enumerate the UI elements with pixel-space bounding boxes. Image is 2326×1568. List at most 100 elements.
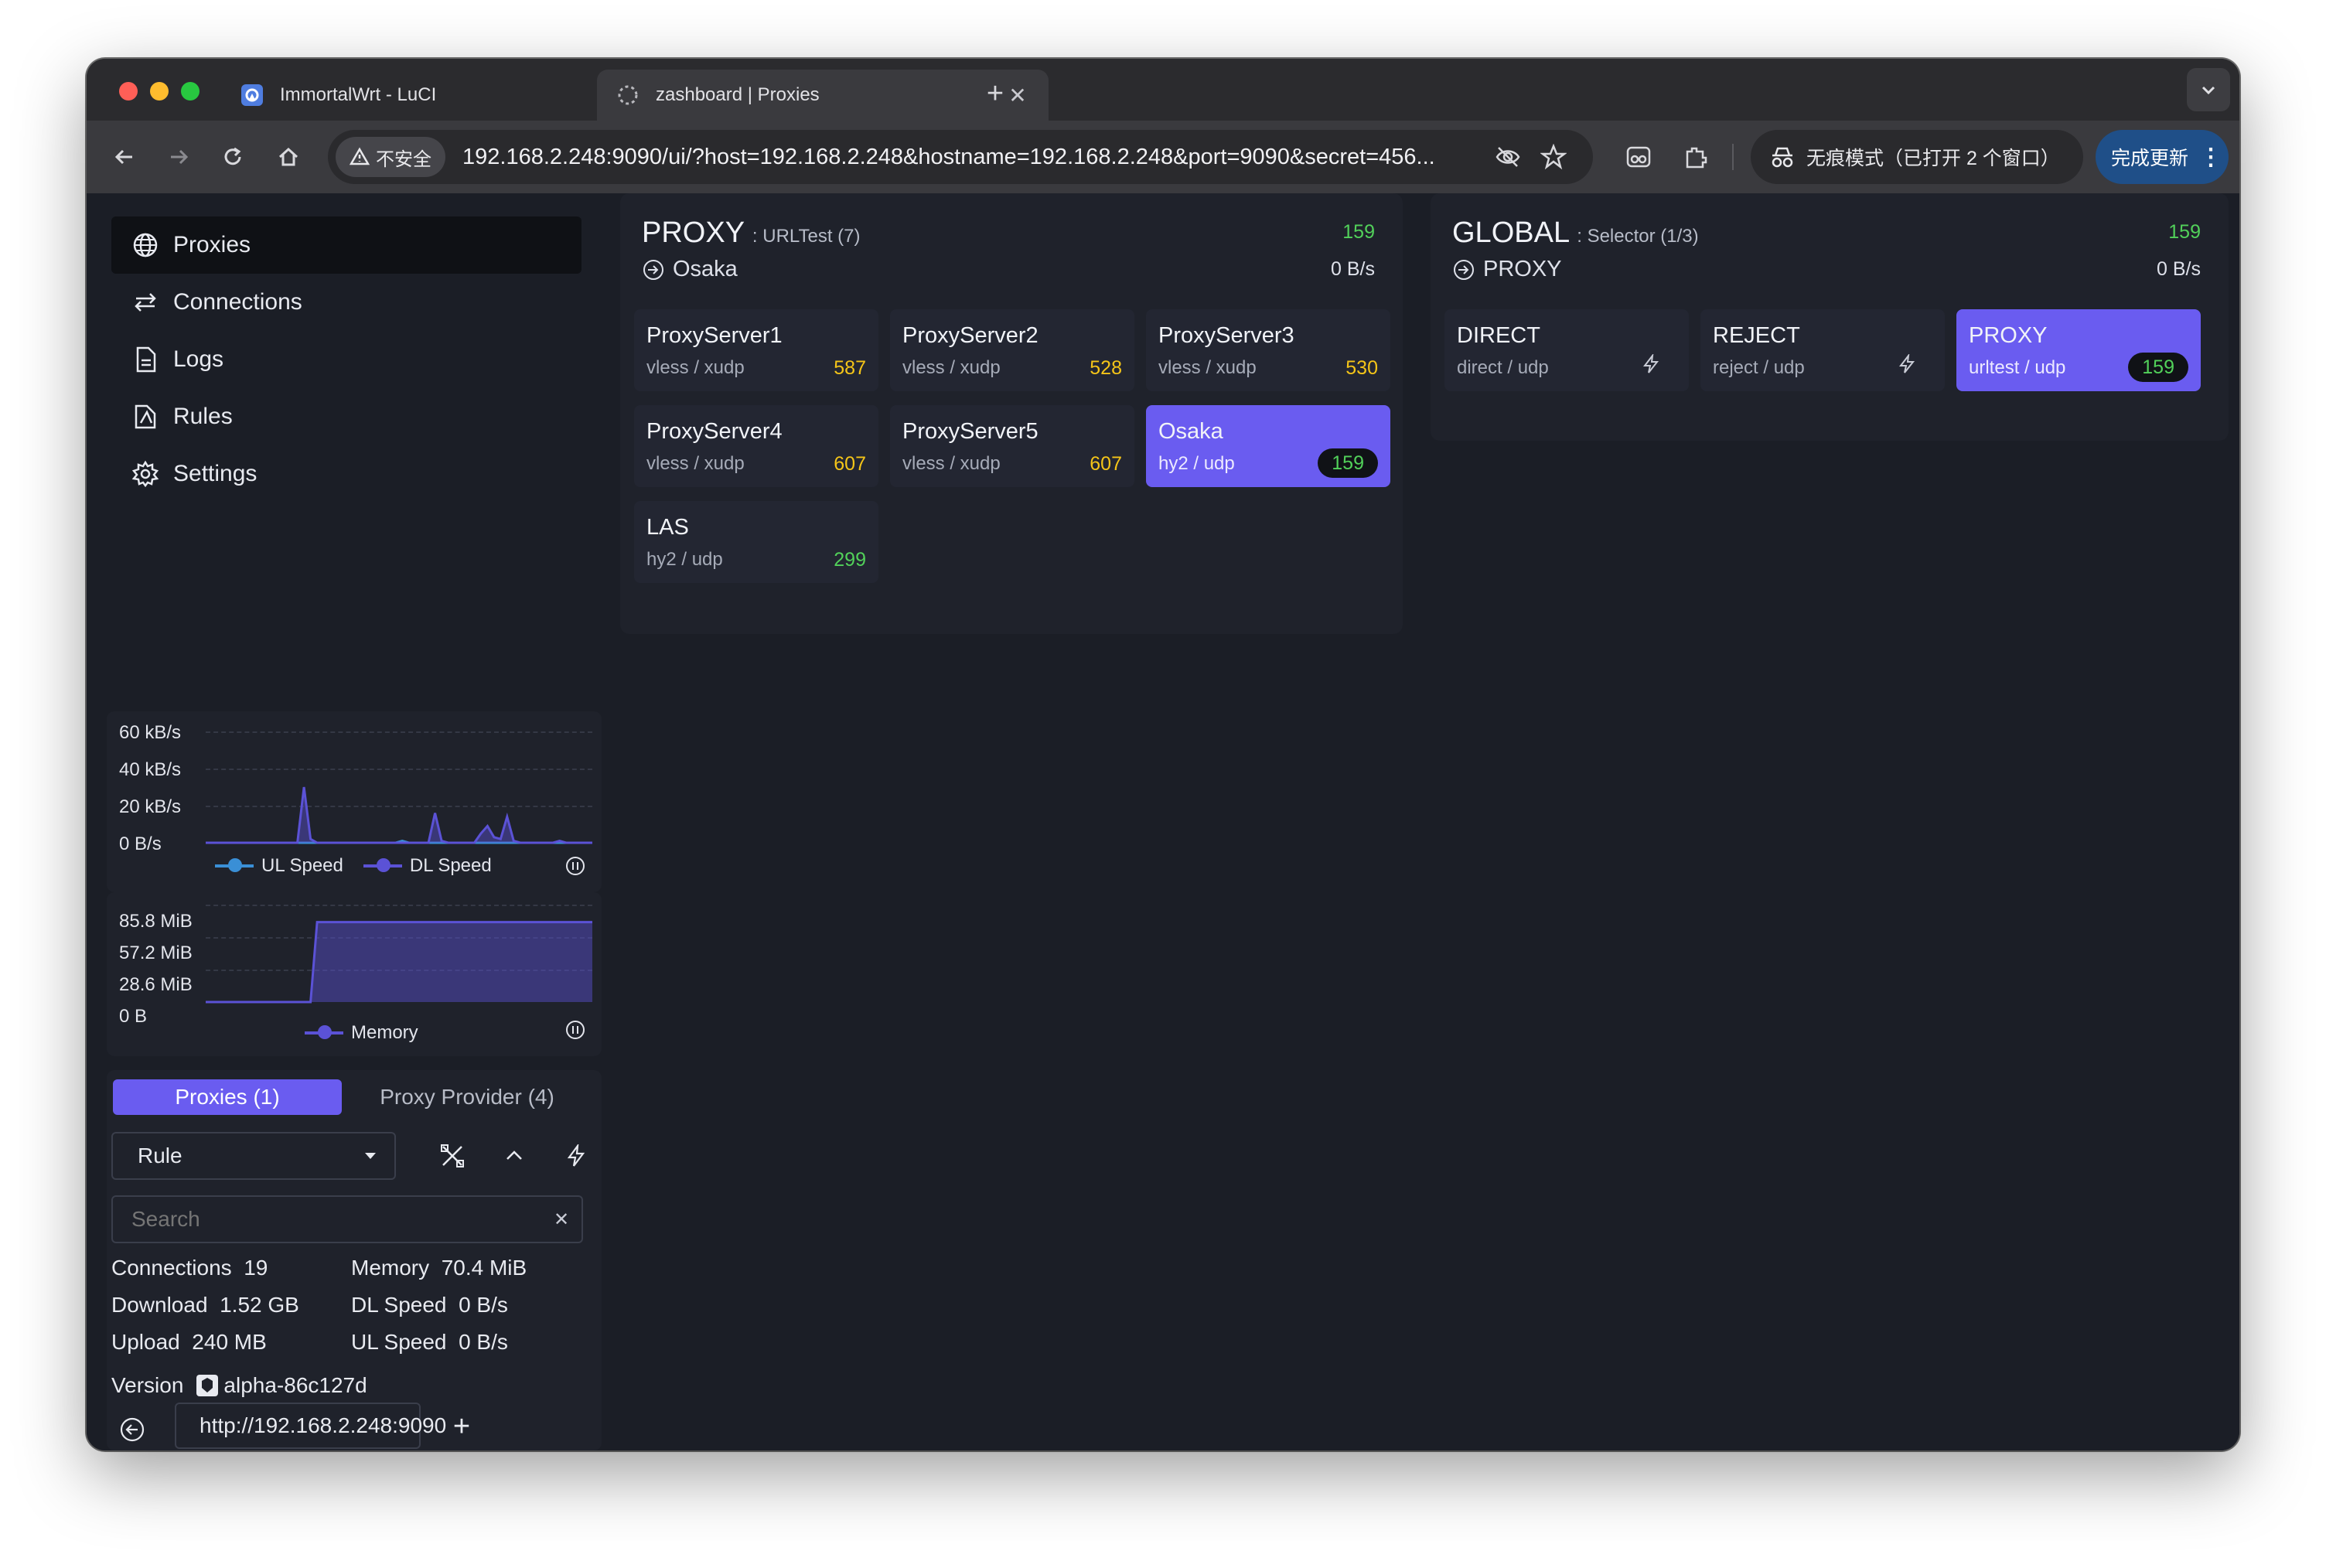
tab-search-button[interactable]: [2187, 68, 2230, 111]
latency-test-button[interactable]: [555, 1135, 597, 1177]
arrow-right-circle-icon: [643, 259, 663, 280]
stat-value: 1.52 GB: [220, 1293, 299, 1317]
pause-button[interactable]: [560, 850, 591, 881]
clear-icon[interactable]: ✕: [549, 1208, 574, 1231]
tab-proxy-provider[interactable]: Proxy Provider (4): [351, 1079, 583, 1115]
arrow-left-circle-icon: [120, 1417, 145, 1442]
toolbar-divider: [1732, 144, 1734, 170]
incognito-chip[interactable]: 无痕模式（已打开 2 个窗口）: [1751, 130, 2083, 184]
sidebar-item-label: Logs: [173, 346, 224, 372]
maximize-window-button[interactable]: [181, 82, 200, 101]
collapse-button[interactable]: [493, 1135, 535, 1177]
url-text[interactable]: 192.168.2.248:9090/ui/?host=192.168.2.24…: [462, 145, 1483, 170]
node-name: ProxyServer4: [646, 419, 783, 444]
node-latency[interactable]: 587: [834, 357, 866, 380]
security-chip[interactable]: 不安全: [336, 137, 445, 177]
home-button[interactable]: [268, 136, 309, 178]
update-button[interactable]: 完成更新 ⋮: [2096, 130, 2229, 184]
proxy-node-card[interactable]: ProxyServer4 vless / xudp 607: [634, 405, 878, 487]
proxy-node-card[interactable]: ProxyServer5 vless / xudp 607: [890, 405, 1134, 487]
tab-proxies[interactable]: Proxies (1): [113, 1079, 342, 1115]
group-name: PROXY: [642, 216, 745, 249]
sidebar-item-proxies[interactable]: Proxies: [111, 216, 582, 274]
browser-toolbar: 不安全 192.168.2.248:9090/ui/?host=192.168.…: [87, 121, 2239, 193]
stat-label: Version: [111, 1373, 184, 1397]
browser-window: ImmortalWrt - LuCI ✕ zashboard | Proxies…: [87, 59, 2239, 1450]
sidebar-item-settings[interactable]: Settings: [111, 445, 582, 503]
proxy-node-card-selected[interactable]: Osaka hy2 / udp 159: [1146, 405, 1390, 487]
forward-button[interactable]: [158, 136, 200, 178]
group-title: GLOBAL : Selector (1/3): [1452, 216, 1699, 250]
proxy-node-card[interactable]: DIRECT direct / udp: [1444, 309, 1689, 391]
add-backend-button[interactable]: +: [441, 1406, 483, 1447]
security-label: 不安全: [376, 148, 431, 170]
node-latency[interactable]: 159: [1318, 448, 1378, 478]
extension-icon: [1626, 146, 1651, 168]
stat-value: 70.4 MiB: [441, 1256, 527, 1280]
star-icon[interactable]: [1540, 144, 1567, 170]
group-latency[interactable]: 159: [2168, 221, 2201, 244]
incognito-label: 无痕模式（已打开 2 个窗口）: [1806, 148, 2060, 169]
stat-value: 240 MB: [192, 1330, 267, 1354]
arrows-icon: [135, 293, 156, 312]
stat-dl-speed: DL Speed 0 B/s: [351, 1293, 508, 1317]
sidebar-item-logs[interactable]: Logs: [111, 331, 582, 388]
proxy-node-card[interactable]: ProxyServer3 vless / xudp 530: [1146, 309, 1390, 391]
proxy-node-card[interactable]: LAS hy2 / udp 299: [634, 501, 878, 583]
back-to-setup-button[interactable]: [111, 1409, 153, 1450]
group-current-node: Osaka: [673, 257, 738, 281]
lightning-icon[interactable]: [1641, 354, 1661, 374]
group-latency[interactable]: 159: [1342, 221, 1375, 244]
sidebar: Proxies Connections Logs Rules Settings …: [87, 193, 602, 1450]
group-current-node: PROXY: [1483, 257, 1562, 281]
back-button[interactable]: [104, 136, 145, 178]
tools-button[interactable]: [431, 1135, 473, 1177]
node-latency[interactable]: 159: [2128, 353, 2188, 382]
minimize-window-button[interactable]: [150, 82, 169, 101]
search-input[interactable]: [131, 1207, 549, 1232]
node-latency[interactable]: 528: [1090, 357, 1122, 380]
sidebar-item-rules[interactable]: Rules: [111, 388, 582, 445]
stat-label: Memory: [351, 1256, 430, 1280]
stat-upload: Upload 240 MB: [111, 1330, 267, 1355]
series-area-0: [206, 922, 592, 1002]
series-line-1: [206, 786, 592, 844]
pause-button[interactable]: [560, 1014, 591, 1045]
node-name: ProxyServer5: [902, 419, 1039, 444]
sidebar-item-label: Proxies: [173, 232, 251, 257]
stat-label: Download: [111, 1293, 208, 1317]
extension-button[interactable]: [1618, 136, 1659, 178]
node-type: vless / xudp: [902, 453, 1001, 474]
node-type: vless / xudp: [902, 357, 1001, 378]
sidebar-item-connections[interactable]: Connections: [111, 274, 582, 331]
node-name: LAS: [646, 515, 689, 540]
backend-select[interactable]: http://192.168.2.248:9090: [175, 1403, 446, 1449]
mode-select[interactable]: Rule: [111, 1132, 396, 1180]
lightning-icon[interactable]: [1897, 354, 1917, 374]
eye-off-icon[interactable]: [1494, 143, 1522, 171]
group-speed: 0 B/s: [1331, 258, 1375, 280]
node-latency[interactable]: 607: [1090, 453, 1122, 476]
proxy-node-card[interactable]: REJECT reject / udp: [1700, 309, 1945, 391]
node-latency[interactable]: 530: [1345, 357, 1378, 380]
reload-button[interactable]: [212, 136, 254, 178]
node-name: REJECT: [1713, 323, 1800, 348]
backend-select-value: http://192.168.2.248:9090: [200, 1413, 447, 1437]
legend-label: DL Speed: [409, 855, 492, 876]
node-latency[interactable]: 607: [834, 453, 866, 476]
address-bar[interactable]: 不安全 192.168.2.248:9090/ui/?host=192.168.…: [328, 130, 1593, 184]
memory-chart: 85.8 MiB 57.2 MiB 28.6 MiB 0 B Memory: [107, 892, 602, 1056]
group-title: PROXY : URLTest (7): [642, 216, 861, 250]
memory-tick-label: 28.6 MiB: [119, 974, 193, 995]
stat-value: 0 B/s: [459, 1330, 508, 1354]
node-name: Osaka: [1158, 419, 1223, 444]
stat-value: 19: [244, 1256, 268, 1280]
proxy-node-card[interactable]: ProxyServer2 vless / xudp 528: [890, 309, 1134, 391]
close-window-button[interactable]: [119, 82, 138, 101]
proxy-node-card[interactable]: ProxyServer1 vless / xudp 587: [634, 309, 878, 391]
chevron-up-icon: [506, 1150, 522, 1160]
extensions-button[interactable]: [1675, 136, 1717, 178]
proxy-node-card-selected[interactable]: PROXY urltest / udp 159: [1956, 309, 2201, 391]
new-tab-button[interactable]: +: [976, 74, 1015, 113]
node-latency[interactable]: 299: [834, 549, 866, 571]
